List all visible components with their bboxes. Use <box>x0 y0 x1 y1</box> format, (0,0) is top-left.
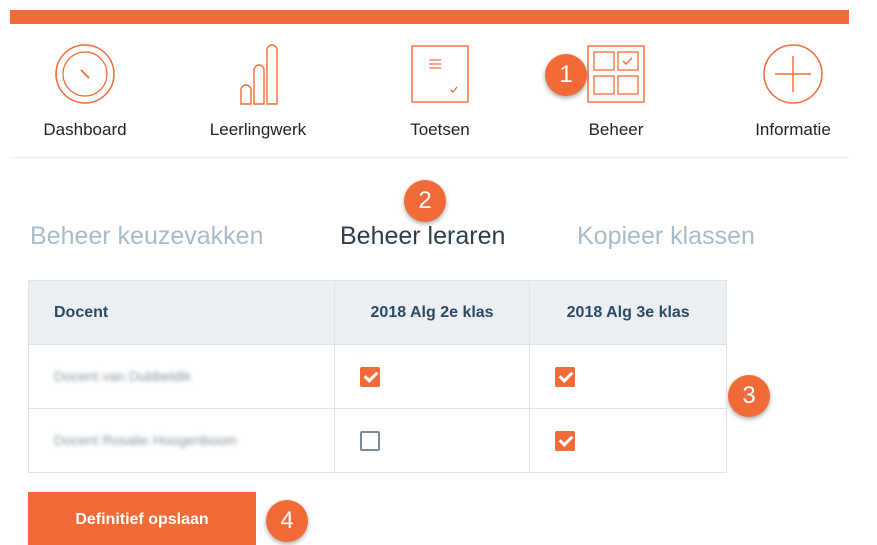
nav-label-dashboard: Dashboard <box>43 120 127 139</box>
teacher-name: Docent van Dubbeldik <box>54 367 191 384</box>
table-row: Docent Rosalie Hoogenboom <box>28 408 727 473</box>
teacher-name: Docent Rosalie Hoogenboom <box>54 431 237 448</box>
step-badge-3: 3 <box>728 375 770 417</box>
table-row: Docent van Dubbeldik <box>28 344 727 409</box>
assignment-cell <box>529 408 727 473</box>
column-header-class-3e: 2018 Alg 3e klas <box>529 280 727 345</box>
step-badge-4: 4 <box>266 500 308 542</box>
dashboard-gauge-icon <box>55 44 115 104</box>
beheer-tabs: Beheer keuzevakken Beheer leraren Kopiee… <box>30 222 830 262</box>
bar-chart-icon <box>240 44 278 105</box>
teacher-name-cell: Docent Rosalie Hoogenboom <box>28 408 335 473</box>
step-badge-1: 1 <box>545 54 587 96</box>
assignment-cell <box>529 344 727 409</box>
teachers-table: Docent 2018 Alg 2e klas 2018 Alg 3e klas… <box>28 280 727 473</box>
grid-check-icon <box>587 45 645 103</box>
assignment-checkbox[interactable] <box>359 366 380 387</box>
main-navigation: Dashboard Leerlingwerk Toetsen Beheer In… <box>10 40 849 158</box>
table-header-row: Docent 2018 Alg 2e klas 2018 Alg 3e klas <box>28 280 727 345</box>
step-badge-2: 2 <box>404 180 446 222</box>
nav-label-beheer: Beheer <box>588 120 644 139</box>
assignment-checkbox[interactable] <box>359 430 380 451</box>
nav-label-leerlingwerk: Leerlingwerk <box>209 120 307 139</box>
assignment-checkbox[interactable] <box>555 366 576 387</box>
column-header-docent: Docent <box>28 280 335 345</box>
assignment-cell <box>333 344 531 409</box>
nav-item-leerlingwerk[interactable]: Leerlingwerk <box>183 40 333 152</box>
save-definitive-button[interactable]: Definitief opslaan <box>28 492 256 545</box>
plus-circle-icon <box>763 44 823 104</box>
nav-item-informatie[interactable]: Informatie <box>718 40 868 152</box>
tab-kopieer-klassen[interactable]: Kopieer klassen <box>577 222 755 251</box>
column-header-class-2e: 2018 Alg 2e klas <box>333 280 531 345</box>
teacher-name-cell: Docent van Dubbeldik <box>28 344 335 409</box>
tab-beheer-keuzevakken[interactable]: Beheer keuzevakken <box>30 222 263 251</box>
assignment-cell <box>333 408 531 473</box>
assignment-checkbox[interactable] <box>555 430 576 451</box>
document-check-icon <box>411 45 469 103</box>
nav-label-toetsen: Toetsen <box>410 120 470 139</box>
tab-beheer-leraren[interactable]: Beheer leraren <box>340 222 505 251</box>
nav-label-informatie: Informatie <box>755 120 831 139</box>
nav-item-toetsen[interactable]: Toetsen <box>365 40 515 152</box>
top-accent-bar <box>10 10 849 24</box>
nav-item-dashboard[interactable]: Dashboard <box>10 40 160 152</box>
